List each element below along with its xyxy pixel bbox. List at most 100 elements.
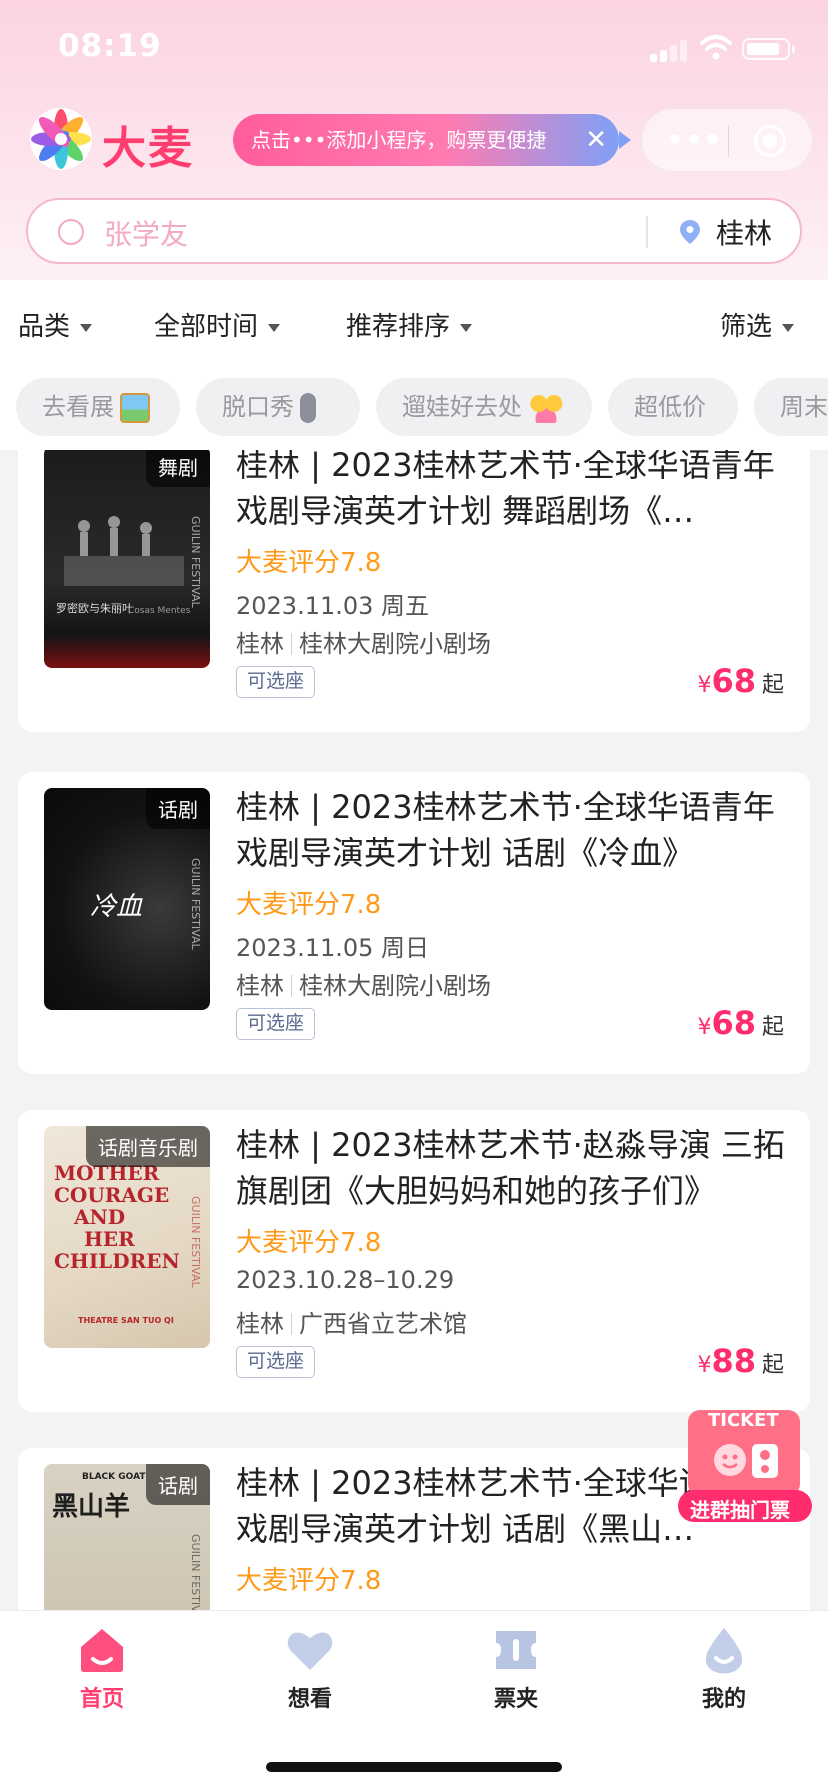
event-card[interactable]: MOTHER COURAGE AND HER CHILDREN THEATRE …	[18, 1110, 810, 1412]
poster-vertical-text: GUILIN FESTIVAL	[189, 1196, 202, 1288]
event-date: 2023.10.28–10.29	[236, 1266, 455, 1294]
svg-text:罗密欧与朱丽叶: 罗密欧与朱丽叶	[56, 601, 133, 615]
event-card[interactable]: 冷血 GUILIN FESTIVAL 话剧 桂林 | 2023桂林艺术节·全球华…	[18, 772, 810, 1074]
event-title[interactable]: 桂林 | 2023桂林艺术节·全球华语青年戏剧导演英才计划 舞蹈剧场《…	[236, 450, 796, 534]
poster-line: HER	[84, 1227, 135, 1251]
damai-logo-icon	[30, 108, 92, 170]
filter-bar: 品类 全部时间 推荐排序 筛选	[0, 280, 828, 370]
tab-tickets-label: 票夹	[493, 1687, 538, 1712]
chip-weekend[interactable]: 周末	[754, 378, 828, 436]
poster-line: AND	[74, 1205, 126, 1229]
close-icon[interactable]: ✕	[585, 114, 607, 166]
seat-select-badge: 可选座	[236, 666, 316, 698]
search-divider	[646, 216, 648, 248]
event-card[interactable]: 罗密欧与朱丽叶 Cosas Mentes GUILIN FESTIVAL 舞剧 …	[18, 450, 810, 732]
poster-title: MOTHER COURAGE AND HER CHILDREN	[54, 1162, 184, 1272]
tab-wishlist[interactable]: 想看	[250, 1625, 370, 1713]
currency-symbol: ¥	[697, 673, 712, 698]
more-menu-icon[interactable]: •••	[666, 123, 723, 156]
event-city: 桂林	[236, 630, 284, 658]
filter-time[interactable]: 全部时间	[154, 306, 281, 343]
tab-tickets[interactable]: 票夹	[456, 1625, 576, 1713]
filter-screen-label: 筛选	[720, 312, 773, 342]
category-tag: 舞剧	[146, 450, 210, 487]
wifi-icon	[700, 35, 732, 60]
tab-wishlist-label: 想看	[287, 1687, 332, 1712]
event-poster[interactable]: BLACK GOAT 黑山羊 GUILIN FESTIVAL 话剧	[44, 1464, 210, 1610]
tab-profile[interactable]: 我的	[664, 1625, 784, 1713]
filter-time-label: 全部时间	[154, 312, 259, 342]
family-emoji-icon	[528, 393, 564, 423]
profile-icon	[705, 1628, 743, 1674]
event-date: 2023.11.03 周五	[236, 592, 430, 620]
event-rating: 大麦评分7.8	[236, 1228, 382, 1258]
ticket-badge-label: 进群抽门票	[690, 1498, 790, 1522]
microphone-emoji-icon	[300, 393, 316, 423]
tab-home[interactable]: 首页	[42, 1625, 162, 1713]
seat-select-badge: 可选座	[236, 1346, 316, 1378]
event-price: ¥88 起	[697, 1342, 784, 1380]
ticket-giveaway-badge[interactable]: TICKET 进群抽门票	[678, 1408, 812, 1524]
capsule-divider	[728, 125, 729, 157]
home-icon	[81, 1629, 123, 1672]
ticket-badge-top: TICKET	[708, 1410, 779, 1431]
picture-emoji-icon	[120, 393, 150, 423]
price-suffix: 起	[761, 1353, 784, 1378]
search-icon	[58, 219, 84, 245]
ticket-icon	[496, 1631, 536, 1669]
price-value: 88	[711, 1342, 756, 1380]
poster-vertical-text: GUILIN FESTIVAL	[189, 516, 202, 608]
category-tag: 话剧	[146, 788, 210, 829]
filter-category[interactable]: 品类	[18, 306, 93, 343]
battery-icon	[742, 38, 795, 60]
add-mini-program-tip[interactable]: 点击•••添加小程序，购票更便捷 ✕	[233, 114, 631, 166]
chip-label: 遛娃好去处	[402, 393, 522, 421]
event-poster[interactable]: MOTHER COURAGE AND HER CHILDREN THEATRE …	[44, 1126, 210, 1348]
chip-exhibition[interactable]: 去看展	[16, 378, 180, 436]
event-price: ¥68 起	[697, 1004, 784, 1042]
venue-divider	[291, 975, 292, 997]
location-pin-icon	[680, 220, 700, 244]
chip-label: 去看展	[42, 393, 114, 421]
poster-title: 冷血	[90, 892, 143, 922]
poster-caption: Cosas Mentes	[128, 606, 191, 616]
seat-select-badge: 可选座	[236, 1008, 316, 1040]
caret-down-icon	[782, 323, 795, 332]
quick-chips: 去看展 脱口秀 遛娃好去处 超低价 周末	[0, 370, 828, 450]
status-bar: 08:19	[0, 0, 828, 100]
mini-tip-text: 点击•••添加小程序，购票更便捷	[251, 128, 547, 152]
filter-category-label: 品类	[18, 312, 71, 342]
chip-kids[interactable]: 遛娃好去处	[376, 378, 592, 436]
event-venue-name: 桂林大剧院小剧场	[299, 630, 491, 658]
event-title[interactable]: 桂林 | 2023桂林艺术节·全球华语青年戏剧导演英才计划 话剧《冷血》	[236, 784, 796, 876]
close-mini-program-icon[interactable]	[754, 125, 786, 157]
event-venue: 桂林 广西省立艺术馆	[236, 1304, 467, 1339]
poster-line: CHILDREN	[54, 1249, 180, 1273]
mini-program-capsule: •••	[641, 108, 813, 172]
filter-sort[interactable]: 推荐排序	[346, 306, 473, 343]
search-bar[interactable]: 张学友 桂林	[26, 198, 802, 264]
poster-vertical-text: GUILIN FESTIVAL	[189, 858, 202, 950]
category-tag: 话剧	[146, 1464, 210, 1505]
poster-title: 黑山羊	[52, 1492, 131, 1522]
event-venue-name: 广西省立艺术馆	[299, 1310, 467, 1338]
city-selector[interactable]: 桂林	[716, 212, 772, 252]
event-poster[interactable]: 冷血 GUILIN FESTIVAL 话剧	[44, 788, 210, 1010]
event-poster[interactable]: 罗密欧与朱丽叶 Cosas Mentes GUILIN FESTIVAL 舞剧	[44, 450, 210, 668]
search-input[interactable]: 张学友	[104, 213, 188, 253]
event-rating: 大麦评分7.8	[236, 890, 382, 920]
event-date: 2023.11.05 周日	[236, 934, 430, 962]
tab-home-label: 首页	[79, 1687, 124, 1712]
chip-label: 周末	[780, 393, 828, 421]
chip-standup[interactable]: 脱口秀	[196, 378, 360, 436]
event-title[interactable]: 桂林 | 2023桂林艺术节·赵淼导演 三拓旗剧团《大胆妈妈和她的孩子们》	[236, 1122, 796, 1214]
event-venue: 桂林 桂林大剧院小剧场	[236, 966, 491, 1001]
chip-low-price[interactable]: 超低价	[608, 378, 738, 436]
filter-screen[interactable]: 筛选	[720, 306, 795, 343]
status-time: 08:19	[58, 28, 162, 64]
chip-label: 超低价	[634, 393, 706, 421]
poster-top-text: BLACK GOAT	[82, 1472, 146, 1482]
venue-divider	[291, 633, 292, 655]
chip-label: 脱口秀	[222, 393, 294, 421]
caret-down-icon	[80, 323, 93, 332]
